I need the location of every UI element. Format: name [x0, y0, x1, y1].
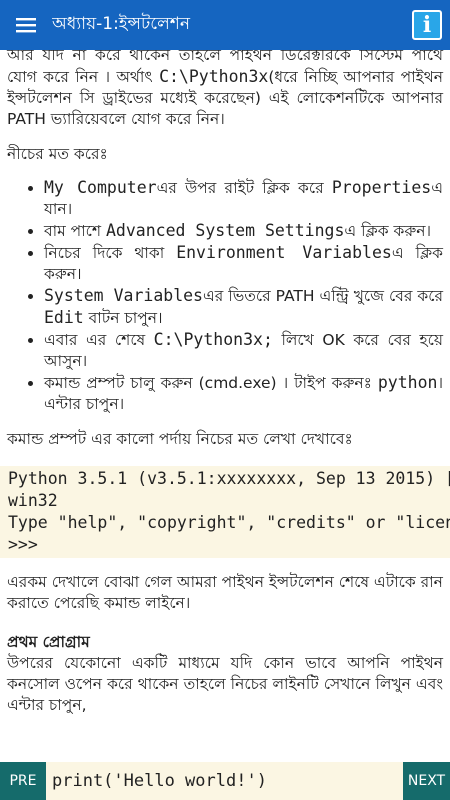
inline-code: C:\Python3x — [159, 67, 269, 86]
footer-code-line: print('Hello world!') — [52, 771, 267, 791]
intro-paragraph: আর যদি না করে থাকেন তাহলে পাইথন ডিরেক্টর… — [0, 50, 450, 130]
menu-button[interactable] — [0, 0, 52, 50]
footer-bar: PRE print('Hello world!') NEXT — [0, 762, 450, 800]
inline-code: C:\Python3x; — [153, 330, 273, 349]
step-item: System Variablesএর ভিতরে PATH এন্ট্রি খু… — [44, 285, 443, 329]
inline-code: Advanced System Settings — [106, 221, 345, 240]
console-intro: কমান্ড প্রম্পট এর কালো পর্দায় নিচের মত … — [7, 430, 353, 448]
text-run: এর ভিতরে PATH এন্ট্রি খুজে বের করে — [203, 287, 443, 305]
after-console-paragraph: এরকম দেখালে বোঝা গেল আমরা পাইথন ইন্সটলেশ… — [7, 573, 443, 612]
hamburger-menu-icon — [16, 18, 36, 33]
info-button[interactable]: i — [412, 10, 442, 40]
steps-list: My Computerএর উপর রাইট ক্লিক করে Propert… — [0, 177, 450, 415]
content-scroll-area[interactable]: আর যদি না করে থাকেন তাহলে পাইথন ডিরেক্টর… — [0, 50, 450, 762]
step-item: নিচের দিকে থাকা Environment Variablesএ ক… — [44, 242, 443, 285]
section-heading: প্রথম প্রোগ্রাম — [7, 633, 90, 651]
text-run: এ ক্লিক করুন। — [344, 222, 432, 240]
text-run: এর উপর রাইট ক্লিক করে — [156, 179, 332, 197]
inline-code: My Computer — [44, 178, 157, 197]
inline-code: Environment Variables — [176, 243, 392, 262]
previous-button[interactable]: PRE — [0, 762, 46, 800]
text-run: বাম পাশে — [44, 222, 106, 240]
inline-code: System Variables — [44, 286, 203, 305]
info-icon: i — [422, 12, 432, 38]
step-item: My Computerএর উপর রাইট ক্লিক করে Propert… — [44, 177, 443, 220]
console-output-block: Python 3.5.1 (v3.5.1:xxxxxxxx, Sep 13 20… — [0, 466, 450, 558]
inline-code: Edit — [44, 308, 84, 327]
app-bar: অধ্যায়-1:ইন্সটলেশন i — [0, 0, 450, 50]
inline-code: python — [377, 373, 438, 392]
text-run: কমান্ড প্রম্পট চালু করুন (cmd.exe) । টাই… — [44, 374, 378, 392]
text-run: এবার এর শেষে — [44, 331, 154, 349]
steps-intro: নীচের মত করেঃ — [7, 145, 108, 163]
inline-code: Properties — [331, 178, 432, 197]
section-paragraph: উপরের যেকোনো একটি মাধ্যমে যদি কোন ভাবে আ… — [7, 654, 443, 714]
text-run: নিচের দিকে থাকা — [44, 244, 177, 262]
text-run: বাটন চাপুন। — [83, 309, 163, 327]
page-title: অধ্যায়-1:ইন্সটলেশন — [52, 14, 190, 34]
step-item: এবার এর শেষে C:\Python3x; লিখে OK করে বে… — [44, 329, 443, 372]
step-item: কমান্ড প্রম্পট চালু করুন (cmd.exe) । টাই… — [44, 372, 443, 415]
next-button[interactable]: NEXT — [403, 762, 450, 800]
step-item: বাম পাশে Advanced System Settingsএ ক্লিক… — [44, 220, 443, 242]
